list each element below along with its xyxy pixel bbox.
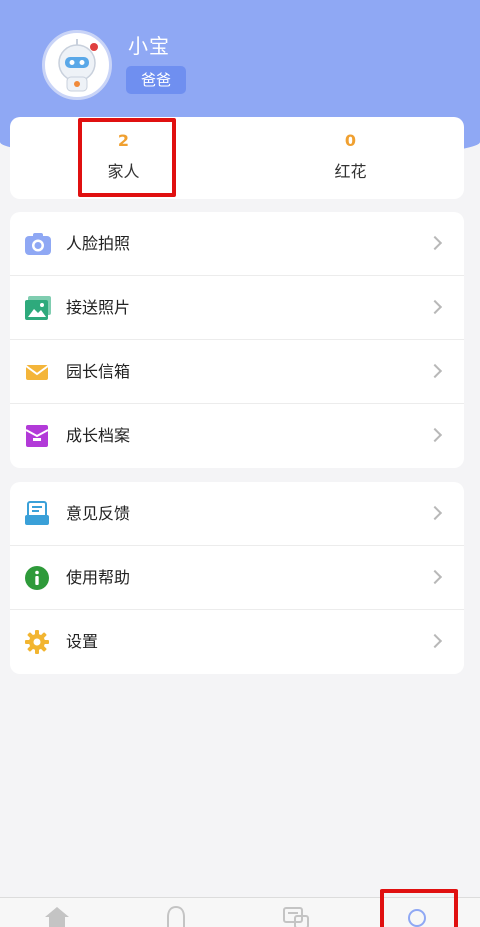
stat-flowers-label: 红花 [334,162,367,181]
gear-icon [25,630,49,654]
menu-item-growth-archive[interactable]: 成长档案 [10,404,464,468]
chevron-right-icon [427,633,443,649]
archive-icon [25,425,49,447]
feedback-icon [25,501,49,525]
menu-item-pickup-photos[interactable]: 接送照片 [10,276,464,340]
menu-item-label: 人脸拍照 [66,234,131,253]
chevron-right-icon [427,363,443,379]
menu-item-label: 意见反馈 [66,504,131,523]
menu-item-help[interactable]: 使用帮助 [10,546,464,610]
menu-item-label: 接送照片 [66,298,131,317]
highlight-box-profile-tab [380,889,458,927]
menu-item-face-photo[interactable]: 人脸拍照 [10,212,464,276]
photo-icon [25,296,51,320]
menu-group-support: 意见反馈 使用帮助 设置 [10,482,464,674]
stat-flowers[interactable]: 0 红花 [237,117,464,199]
chevron-right-icon [427,235,443,251]
menu-item-label: 园长信箱 [66,362,131,381]
info-icon [25,566,49,590]
menu-item-settings[interactable]: 设置 [10,610,464,674]
chevron-right-icon [427,505,443,521]
chevron-right-icon [427,569,443,585]
user-name: 小宝 [128,34,170,58]
mail-icon [25,365,49,380]
menu-item-label: 使用帮助 [66,568,131,587]
chevron-right-icon [427,427,443,443]
role-badge: 爸爸 [126,66,186,94]
menu-item-feedback[interactable]: 意见反馈 [10,482,464,546]
stat-flowers-count: 0 [344,131,357,150]
avatar[interactable] [42,30,112,100]
menu-item-label: 设置 [66,632,99,651]
menu-item-principal-mailbox[interactable]: 园长信箱 [10,340,464,404]
menu-group-main: 人脸拍照 接送照片 园长信箱 成长档案 [10,212,464,468]
robot-avatar-icon [58,39,98,92]
camera-icon [25,233,51,255]
menu-item-label: 成长档案 [66,426,131,445]
bell-icon[interactable] [161,904,191,927]
highlight-box-family [78,118,176,197]
home-icon[interactable] [42,904,72,927]
chevron-right-icon [427,299,443,315]
chat-icon[interactable] [281,904,311,927]
